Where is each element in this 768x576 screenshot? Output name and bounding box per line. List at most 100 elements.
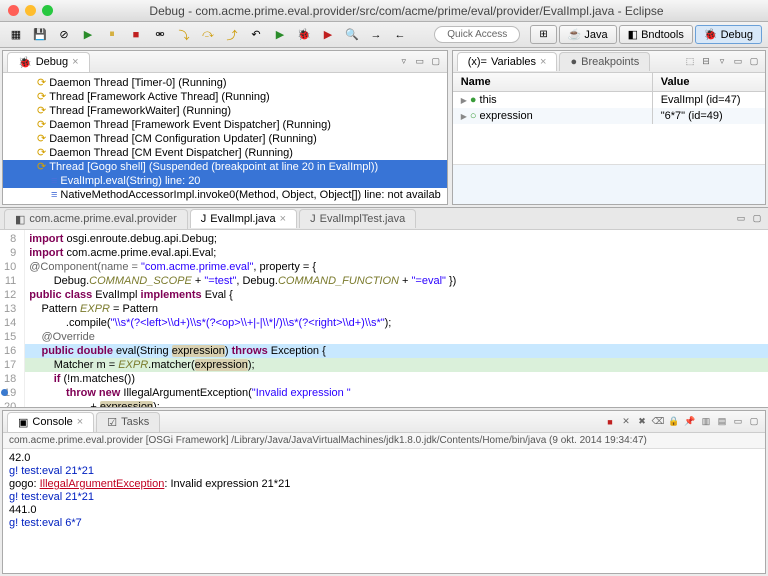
- column-value-header[interactable]: Value: [653, 73, 765, 91]
- open-console-icon[interactable]: ▤: [715, 415, 729, 429]
- view-menu-icon[interactable]: ▿: [715, 55, 729, 69]
- editor-tab-evalimpltest[interactable]: JEvalImplTest.java: [299, 209, 416, 228]
- editor-gutter[interactable]: 891011121314151617181920➤212223: [0, 230, 25, 407]
- tree-label: Daemon Thread [CM Configuration Updater]…: [49, 132, 317, 146]
- editor-tab-evalimpl[interactable]: JEvalImpl.java×: [190, 209, 297, 228]
- tab-debug[interactable]: 🐞Debug×: [7, 52, 90, 72]
- drop-frame-icon[interactable]: ↶: [246, 25, 266, 45]
- perspective-bndtools[interactable]: ◧Bndtools: [619, 25, 693, 44]
- thread-icon: ⟳: [37, 146, 46, 160]
- editor-panel: ◧com.acme.prime.eval.provider JEvalImpl.…: [0, 208, 768, 408]
- variable-detail-pane[interactable]: [453, 164, 765, 204]
- next-ann-icon[interactable]: →: [366, 25, 386, 45]
- bnd-file-icon: ◧: [15, 213, 25, 226]
- console-output[interactable]: 42.0g! test:eval 21*21gogo: IllegalArgum…: [3, 449, 765, 573]
- resume-icon[interactable]: ▶: [78, 25, 98, 45]
- bnd-icon: ◧: [628, 28, 638, 41]
- column-name-header[interactable]: Name: [453, 73, 653, 91]
- show-type-icon[interactable]: ⬚: [683, 55, 697, 69]
- variable-row[interactable]: ▶●thisEvalImpl (id=47): [453, 92, 765, 108]
- maximize-icon[interactable]: ▢: [747, 55, 761, 69]
- prev-ann-icon[interactable]: ←: [390, 25, 410, 45]
- debug-tree-row[interactable]: ≡NativeMethodAccessorImpl.invoke0(Method…: [3, 188, 447, 202]
- stack-frame-icon: ≡: [51, 174, 57, 188]
- scroll-lock-icon[interactable]: 🔒: [667, 415, 681, 429]
- pin-console-icon[interactable]: 📌: [683, 415, 697, 429]
- tree-label: Daemon Thread [Framework Event Dispatche…: [49, 118, 331, 132]
- minimize-icon[interactable]: ▭: [413, 55, 427, 69]
- tree-label: Thread [Gogo shell] (Suspended (breakpoi…: [49, 160, 378, 174]
- view-menu-icon[interactable]: ▿: [397, 55, 411, 69]
- debug-tree-row[interactable]: ⟳Thread [Gogo shell] (Suspended (breakpo…: [3, 160, 447, 174]
- open-perspective-button[interactable]: ⊞: [530, 25, 556, 44]
- debug-thread-tree[interactable]: ⟳Daemon Thread [Timer-0] (Running)⟳Threa…: [3, 73, 447, 204]
- debug-tree-row[interactable]: ≡EvalImpl.eval(String) line: 20: [3, 174, 447, 188]
- variables-view-panel: (x)=Variables× ●Breakpoints ⬚ ⊟ ▿ ▭ ▢ Na…: [452, 50, 766, 205]
- run-icon[interactable]: ▶: [270, 25, 290, 45]
- minimize-icon[interactable]: ▭: [734, 212, 748, 226]
- terminate-icon[interactable]: ■: [126, 25, 146, 45]
- debug-tab-icon: 🐞: [18, 56, 32, 69]
- display-console-icon[interactable]: ▥: [699, 415, 713, 429]
- debug-tree-row[interactable]: ⟳Daemon Thread [CM Event Dispatcher] (Ru…: [3, 146, 447, 160]
- debug-tree-row[interactable]: ⟳Thread [FrameworkWaiter] (Running): [3, 104, 447, 118]
- zoom-window-icon[interactable]: [42, 5, 53, 16]
- tab-tasks[interactable]: ☑Tasks: [96, 412, 160, 432]
- console-panel: ▣Console× ☑Tasks ■ ✕ ✖ ⌫ 🔒 📌 ▥ ▤ ▭ ▢ com…: [2, 410, 766, 574]
- new-icon[interactable]: ▦: [6, 25, 26, 45]
- variable-row[interactable]: ▶○expression"6*7" (id=49): [453, 108, 765, 124]
- search-icon[interactable]: 🔍: [342, 25, 362, 45]
- window-titlebar: Debug - com.acme.prime.eval.provider/src…: [0, 0, 768, 22]
- minimize-window-icon[interactable]: [25, 5, 36, 16]
- step-into-icon[interactable]: ⤵: [174, 25, 194, 45]
- remove-all-icon[interactable]: ✖: [635, 415, 649, 429]
- perspective-java[interactable]: ☕Java: [559, 25, 617, 44]
- clear-console-icon[interactable]: ⌫: [651, 415, 665, 429]
- step-return-icon[interactable]: ⤴: [222, 25, 242, 45]
- minimize-icon[interactable]: ▭: [731, 55, 745, 69]
- minimize-icon[interactable]: ▭: [731, 415, 745, 429]
- debug-icon[interactable]: 🐞: [294, 25, 314, 45]
- thread-icon: ⟳: [37, 132, 46, 146]
- debug-tree-row[interactable]: ≡NativeMethodAccessorImpl.invoke(Object,…: [3, 202, 447, 204]
- code-editor[interactable]: 891011121314151617181920➤212223 import o…: [0, 230, 768, 407]
- tab-breakpoints[interactable]: ●Breakpoints: [559, 52, 650, 71]
- tree-label: NativeMethodAccessorImpl.invoke(Object, …: [60, 202, 350, 204]
- instruction-pointer-icon: ➤: [1, 403, 9, 407]
- tab-variables[interactable]: (x)=Variables×: [457, 52, 558, 71]
- ext-tools-icon[interactable]: ▶: [318, 25, 338, 45]
- variables-tab-icon: (x)=: [468, 56, 487, 68]
- disconnect-icon[interactable]: ⚮: [150, 25, 170, 45]
- step-over-icon[interactable]: ⤼: [198, 25, 218, 45]
- close-window-icon[interactable]: [8, 5, 19, 16]
- java-icon: ☕: [568, 28, 582, 41]
- remove-launch-icon[interactable]: ✕: [619, 415, 633, 429]
- tree-label: Thread [FrameworkWaiter] (Running): [49, 104, 231, 118]
- close-icon[interactable]: ×: [72, 56, 78, 68]
- tasks-tab-icon: ☑: [107, 416, 117, 429]
- stacktrace-link[interactable]: IllegalArgumentException: [40, 478, 165, 490]
- editor-tab-provider[interactable]: ◧com.acme.prime.eval.provider: [4, 209, 188, 229]
- maximize-icon[interactable]: ▢: [429, 55, 443, 69]
- perspective-debug[interactable]: 🐞Debug: [695, 25, 762, 44]
- terminate-console-icon[interactable]: ■: [603, 415, 617, 429]
- debug-tree-row[interactable]: ⟳Daemon Thread [Timer-0] (Running): [3, 76, 447, 90]
- tab-console[interactable]: ▣Console×: [7, 412, 94, 432]
- suspend-icon[interactable]: ⏸: [102, 25, 122, 45]
- breakpoints-tab-icon: ●: [570, 56, 577, 68]
- maximize-icon[interactable]: ▢: [750, 212, 764, 226]
- breakpoint-marker-icon[interactable]: [1, 389, 8, 396]
- debug-tree-row[interactable]: ⟳Daemon Thread [Framework Event Dispatch…: [3, 118, 447, 132]
- save-icon[interactable]: 💾: [30, 25, 50, 45]
- close-icon[interactable]: ×: [77, 416, 83, 428]
- debug-tree-row[interactable]: ⟳Thread [Framework Active Thread] (Runni…: [3, 90, 447, 104]
- maximize-icon[interactable]: ▢: [747, 415, 761, 429]
- debug-perspective-icon: 🐞: [704, 28, 718, 41]
- debug-tree-row[interactable]: ⟳Daemon Thread [CM Configuration Updater…: [3, 132, 447, 146]
- close-icon[interactable]: ×: [280, 213, 286, 225]
- quick-access-input[interactable]: Quick Access: [434, 26, 520, 43]
- close-icon[interactable]: ×: [540, 56, 546, 68]
- collapse-icon[interactable]: ⊟: [699, 55, 713, 69]
- skip-breakpoints-icon[interactable]: ⊘: [54, 25, 74, 45]
- debug-view-panel: 🐞Debug× ▿ ▭ ▢ ⟳Daemon Thread [Timer-0] (…: [2, 50, 448, 205]
